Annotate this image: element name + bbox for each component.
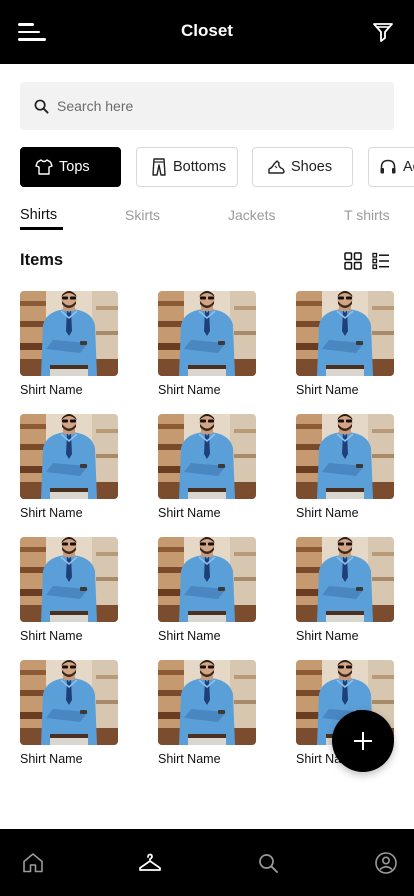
tab-shirts[interactable]: Shirts [20,207,57,223]
item-card[interactable]: Shirt Name [158,414,256,520]
item-name: Shirt Name [296,383,359,397]
item-name: Shirt Name [158,752,221,766]
item-card[interactable]: Shirt Name [158,291,256,397]
tab-skirts[interactable]: Skirts [125,207,160,223]
active-tab-indicator [20,227,63,230]
shirt-photo [158,414,256,499]
tab-jackets[interactable]: Jackets [228,207,275,223]
item-name: Shirt Name [20,629,83,643]
bottom-navigation [0,829,414,896]
shirt-photo [158,660,256,745]
pants-icon [152,158,166,176]
item-name: Shirt Name [158,629,221,643]
home-icon[interactable] [21,851,45,875]
category-chip-label: Shoes [291,159,333,175]
item-card[interactable]: Shirt Name [296,537,394,643]
top-app-bar: Closet [0,0,414,64]
item-name: Shirt Name [296,629,359,643]
shirt-photo [158,291,256,376]
nav-search-icon[interactable] [256,851,280,875]
grid-view-icon[interactable] [344,252,362,270]
item-card[interactable]: Shirt Name [158,537,256,643]
section-title: Items [20,251,64,269]
item-card[interactable]: Shirt Name [158,660,256,766]
category-chip-bottoms[interactable]: Bottoms [136,147,238,187]
add-item-button[interactable] [332,710,394,772]
category-chip-tops[interactable]: Tops [20,147,121,187]
hanger-icon[interactable] [138,851,162,875]
item-name: Shirt Name [20,506,83,520]
category-chip-accessories[interactable]: Accessories [368,147,414,187]
search-icon [34,99,49,114]
search-bar [20,82,394,130]
shirt-photo [296,414,394,499]
category-chip-label: Tops [59,159,90,175]
item-card[interactable]: Shirt Name [296,414,394,520]
item-card[interactable]: Shirt Name [20,414,118,520]
item-name: Shirt Name [158,506,221,520]
item-card[interactable]: Shirt Name [20,537,118,643]
item-name: Shirt Name [158,383,221,397]
shirt-photo [20,291,118,376]
search-input[interactable] [57,82,377,130]
filter-icon[interactable] [372,21,394,43]
list-view-icon[interactable] [372,252,390,270]
category-chips: Tops Bottoms Shoes Accessories [20,147,414,187]
shoe-icon [268,160,285,174]
item-card[interactable]: Shirt Name [20,291,118,397]
shirt-photo [20,537,118,622]
shirt-photo [20,660,118,745]
item-card[interactable]: Shirt Name [20,660,118,766]
profile-icon[interactable] [374,851,398,875]
category-chip-label: Accessories [403,159,414,175]
tshirt-icon [35,159,53,175]
item-name: Shirt Name [20,752,83,766]
tab-t-shirts[interactable]: T shirts [344,207,390,223]
item-name: Shirt Name [296,506,359,520]
category-chip-label: Bottoms [173,159,227,175]
shirt-photo [158,537,256,622]
plus-icon [354,732,372,750]
shirt-photo [20,414,118,499]
shirt-photo [296,291,394,376]
headphones-icon [380,159,396,174]
category-chip-shoes[interactable]: Shoes [252,147,353,187]
page-title: Closet [181,21,233,40]
shirt-photo [296,537,394,622]
item-card[interactable]: Shirt Name [296,291,394,397]
item-name: Shirt Name [20,383,83,397]
